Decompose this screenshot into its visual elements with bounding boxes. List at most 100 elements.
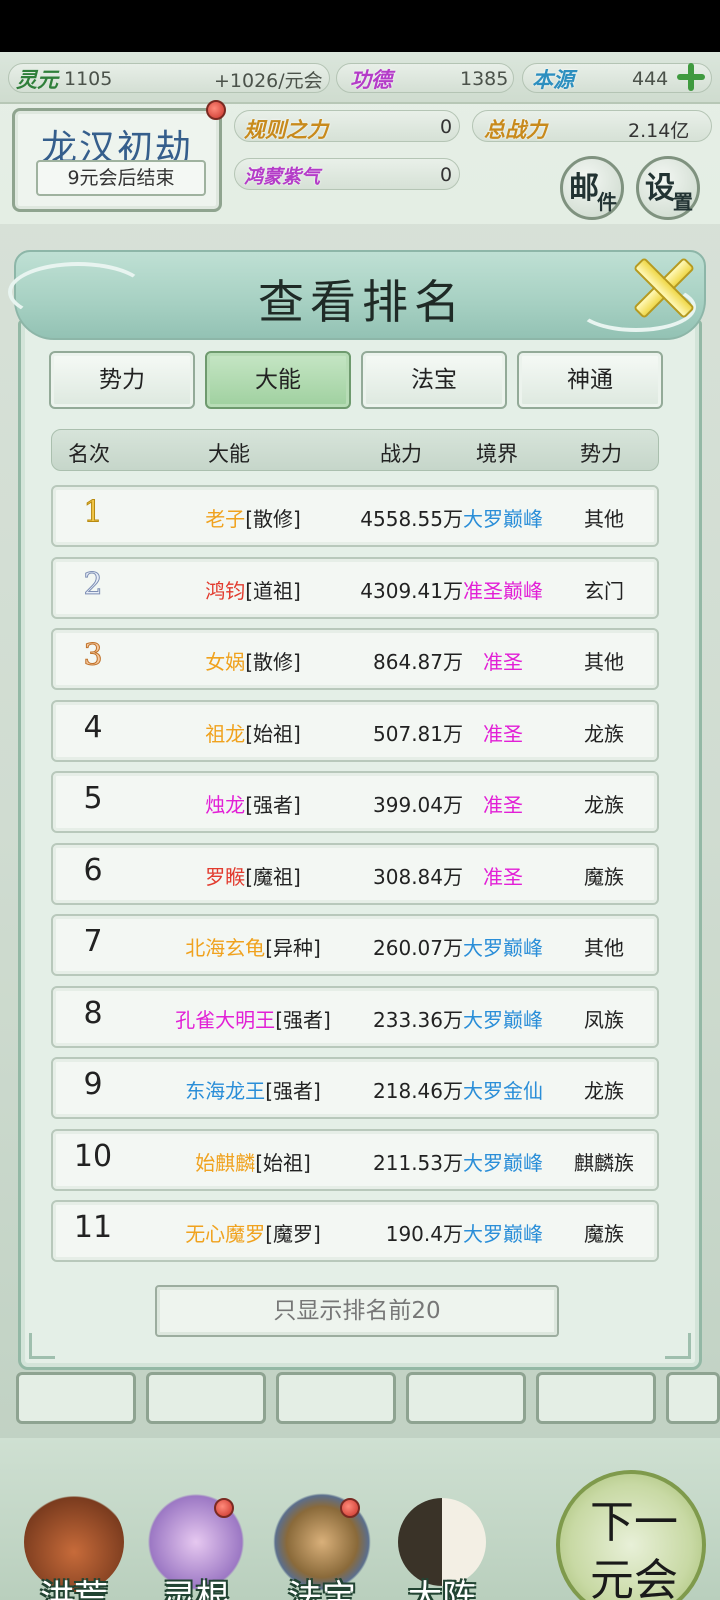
realm: 准圣巅峰 bbox=[463, 578, 543, 603]
rank-number: 11 bbox=[73, 1210, 113, 1245]
figure-name: 罗睺 bbox=[205, 864, 246, 889]
figure-name-cell: 女娲[散修] bbox=[133, 646, 373, 675]
figure-name: 北海玄龟 bbox=[185, 936, 266, 960]
mail-big-char: 邮 bbox=[569, 171, 599, 206]
add-benyuan-icon[interactable] bbox=[676, 62, 706, 92]
figure-title: [异种] bbox=[265, 936, 321, 960]
ranking-row[interactable]: 8 孔雀大明王[强者] 233.36万 大罗巅峰 凤族 bbox=[51, 985, 659, 1048]
col-faction: 势力 bbox=[580, 442, 622, 466]
rank-number: 2 bbox=[83, 566, 103, 602]
faction: 玄门 bbox=[584, 578, 624, 603]
bottom-slot bbox=[276, 1372, 396, 1424]
figure-name-cell: 祖龙[始祖] bbox=[133, 718, 373, 747]
figure-name: 鸿钧 bbox=[205, 578, 246, 603]
corner-ornament bbox=[665, 1333, 691, 1359]
close-icon[interactable] bbox=[628, 252, 694, 318]
combat-power: 308.84万 bbox=[373, 864, 463, 889]
figure-title: [散修] bbox=[245, 507, 301, 531]
combat-power: 399.04万 bbox=[373, 793, 463, 817]
bottom-slot bbox=[406, 1372, 526, 1424]
bottom-slot bbox=[146, 1372, 266, 1424]
lingyuan-value: 1105 bbox=[64, 68, 113, 90]
rank-number: 1 bbox=[83, 495, 103, 531]
nav-dazhen[interactable]: 大阵 bbox=[382, 1492, 502, 1600]
mail-small-char: 件 bbox=[597, 190, 617, 214]
figure-name: 无心魔罗 bbox=[185, 1222, 266, 1246]
modal-header: 查看排名 bbox=[8, 250, 706, 340]
hongmeng-value: 0 bbox=[440, 164, 453, 186]
mail-button[interactable]: 邮 件 bbox=[560, 156, 624, 220]
combat-power: 507.81万 bbox=[373, 721, 463, 746]
combat-power: 4309.41万 bbox=[360, 578, 463, 603]
notification-dot-icon bbox=[206, 100, 226, 120]
tab-1[interactable]: 大能 bbox=[205, 351, 351, 409]
nav-linggen[interactable]: 灵根 bbox=[136, 1492, 256, 1600]
nav-fabao[interactable]: 法宝 bbox=[262, 1492, 382, 1600]
nav-honghuang[interactable]: 洪荒 bbox=[14, 1492, 134, 1600]
benyuan-stat: 本源 bbox=[532, 64, 574, 94]
realm: 准圣 bbox=[483, 650, 523, 674]
figure-title: [道祖] bbox=[245, 578, 301, 603]
realm: 大罗巅峰 bbox=[463, 936, 543, 960]
realm: 准圣 bbox=[483, 864, 523, 889]
figure-name: 孔雀大明王 bbox=[175, 1007, 276, 1032]
figure-name-cell: 北海玄龟[异种] bbox=[133, 932, 373, 961]
figure-name-cell: 无心魔罗[魔罗] bbox=[133, 1218, 373, 1247]
settings-big-char: 设 bbox=[645, 171, 675, 206]
figure-name: 烛龙 bbox=[205, 793, 246, 817]
tab-0[interactable]: 势力 bbox=[49, 351, 195, 409]
faction: 其他 bbox=[584, 507, 624, 531]
ranking-row[interactable]: 2 鸿钧[道祖] 4309.41万 准圣巅峰 玄门 bbox=[51, 556, 659, 619]
ranking-row[interactable]: 4 祖龙[始祖] 507.81万 准圣 龙族 bbox=[51, 699, 659, 762]
faction: 龙族 bbox=[584, 793, 624, 817]
ranking-row[interactable]: 11 无心魔罗[魔罗] 190.4万 大罗巅峰 魔族 bbox=[51, 1200, 659, 1262]
ranking-row[interactable]: 5 烛龙[强者] 399.04万 准圣 龙族 bbox=[51, 771, 659, 833]
settings-button[interactable]: 设 置 bbox=[636, 156, 700, 220]
ranking-row[interactable]: 6 罗睺[魔祖] 308.84万 准圣 魔族 bbox=[51, 842, 659, 905]
next-era-label: 下一元会 bbox=[590, 1497, 678, 1600]
gongde-value: 1385 bbox=[460, 68, 509, 90]
modal-title: 查看排名 bbox=[258, 275, 466, 329]
benyuan-label: 本源 bbox=[532, 67, 574, 92]
figure-name-cell: 烛龙[强者] bbox=[133, 789, 373, 818]
ranking-row[interactable]: 7 北海玄龟[异种] 260.07万 大罗巅峰 其他 bbox=[51, 914, 659, 976]
rule-value: 0 bbox=[440, 116, 453, 138]
faction: 魔族 bbox=[584, 864, 624, 889]
tab-2[interactable]: 法宝 bbox=[361, 351, 507, 409]
notification-dot-icon bbox=[214, 1498, 234, 1518]
lingyuan-stat: 灵元 1105 bbox=[16, 64, 112, 94]
figure-name-cell: 东海龙王[强者] bbox=[133, 1075, 373, 1104]
combat-power: 864.87万 bbox=[373, 650, 463, 674]
figure-title: [魔罗] bbox=[265, 1222, 321, 1246]
figure-name: 女娲 bbox=[205, 650, 246, 674]
figure-name-cell: 始麒麟[始祖] bbox=[133, 1147, 373, 1176]
ranking-row[interactable]: 9 东海龙王[强者] 218.46万 大罗金仙 龙族 bbox=[51, 1057, 659, 1119]
ranking-row[interactable]: 3 女娲[散修] 864.87万 准圣 其他 bbox=[51, 628, 659, 690]
rank-number: 8 bbox=[83, 995, 103, 1031]
col-name: 大能 bbox=[208, 442, 250, 466]
hongmeng-label: 鸿蒙紫气 bbox=[244, 166, 321, 188]
faction: 其他 bbox=[584, 936, 624, 960]
figure-title: [散修] bbox=[245, 650, 301, 674]
combat-power: 218.46万 bbox=[373, 1079, 463, 1103]
rule-label: 规则之力 bbox=[244, 117, 328, 142]
lingyuan-label: 灵元 bbox=[16, 67, 58, 92]
figure-name-cell: 罗睺[魔祖] bbox=[133, 861, 373, 890]
lingyuan-rate: +1026/元会 bbox=[214, 69, 323, 92]
ranking-row[interactable]: 10 始麒麟[始祖] 211.53万 大罗巅峰 麒麟族 bbox=[51, 1128, 659, 1191]
combat-power: 4558.55万 bbox=[360, 507, 463, 531]
benyuan-value: 444 bbox=[632, 68, 669, 90]
rank-number: 3 bbox=[83, 638, 103, 674]
top20-toggle-button[interactable]: 只显示排名前20 bbox=[155, 1285, 559, 1337]
figure-title: [强者] bbox=[275, 1007, 331, 1032]
rank-number: 10 bbox=[73, 1138, 113, 1174]
figure-title: [强者] bbox=[245, 793, 301, 817]
nav-label: 大阵 bbox=[408, 1578, 476, 1600]
nav-label: 灵根 bbox=[162, 1578, 230, 1600]
ranking-row[interactable]: 1 老子[散修] 4558.55万 大罗巅峰 其他 bbox=[51, 485, 659, 547]
figure-title: [魔祖] bbox=[245, 864, 301, 889]
nav-label: 法宝 bbox=[288, 1578, 356, 1600]
figure-name: 东海龙王 bbox=[185, 1079, 266, 1103]
tab-3[interactable]: 神通 bbox=[517, 351, 663, 409]
resource-bar: 灵元 1105 +1026/元会 功德 1385 本源 444 bbox=[0, 52, 720, 104]
